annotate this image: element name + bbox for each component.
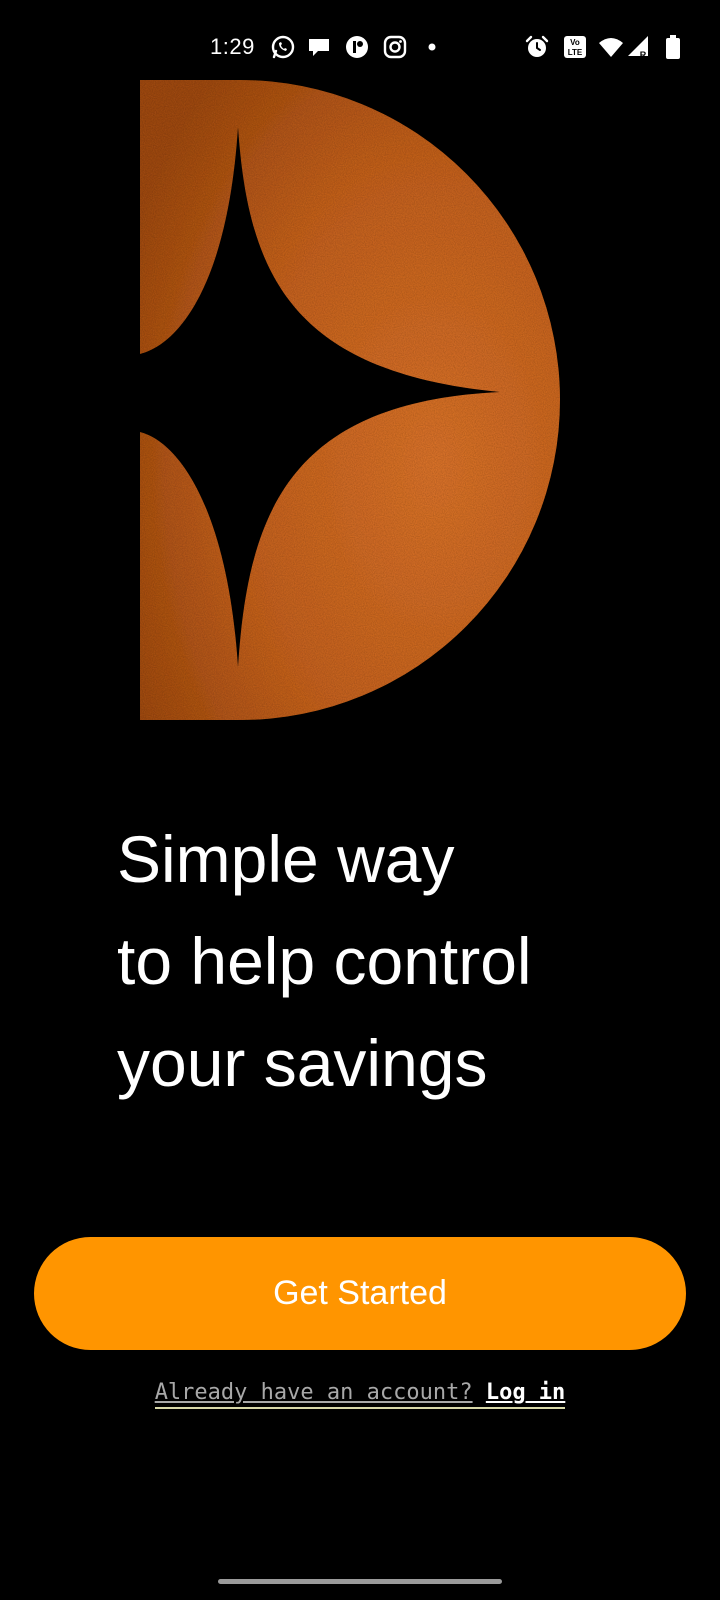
signal-icon: R — [626, 34, 652, 60]
svg-text:LTE: LTE — [568, 48, 583, 57]
headline: Simple way to help control your savings — [117, 808, 677, 1114]
get-started-button[interactable]: Get Started — [34, 1237, 686, 1350]
login-row: Already have an account? Log in — [0, 1380, 720, 1409]
headline-line-2: to help control — [117, 924, 532, 998]
chat-bubble-icon — [306, 34, 332, 60]
log-in-link[interactable]: Log in — [486, 1380, 565, 1405]
login-link[interactable]: Already have an account? Log in — [154, 1380, 566, 1409]
volte-icon: Vo LTE — [562, 34, 588, 60]
headline-line-1: Simple way — [117, 822, 455, 896]
dot-icon — [424, 34, 450, 60]
login-prompt: Already have an account? — [154, 1380, 473, 1405]
alarm-icon — [524, 34, 550, 60]
battery-icon — [664, 34, 682, 60]
status-time: 1:29 — [210, 34, 255, 59]
star-sparkle-half-circle-icon — [140, 80, 560, 720]
whatsapp-icon — [270, 34, 296, 60]
wifi-icon — [598, 34, 624, 60]
app-icon — [344, 34, 370, 60]
hero-illustration — [140, 72, 580, 728]
headline-line-3: your savings — [117, 1026, 488, 1100]
instagram-icon — [382, 34, 408, 60]
svg-text:Vo: Vo — [570, 38, 580, 47]
gesture-navigation-bar[interactable] — [218, 1579, 502, 1584]
svg-text:R: R — [640, 50, 647, 60]
